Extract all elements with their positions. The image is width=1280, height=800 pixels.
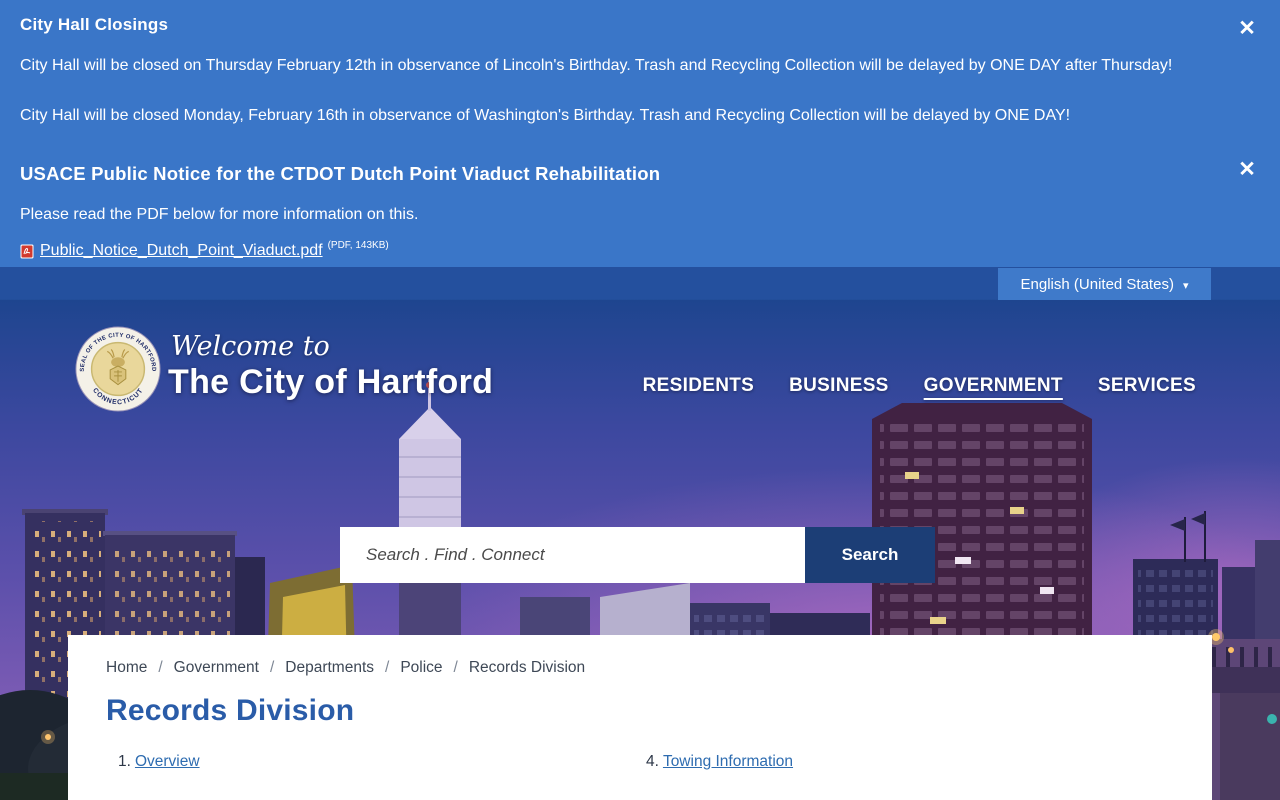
alert-paragraph: Please read the PDF below for more infor… (20, 206, 1220, 224)
content-card: Home / Government / Departments / Police… (68, 635, 1212, 800)
city-seal-logo[interactable]: SEAL OF THE CITY OF HARTFORD CONNECTICUT (74, 325, 162, 413)
search-bar: Search (340, 527, 935, 583)
pdf-link[interactable]: Public_Notice_Dutch_Point_Viaduct.pdf (40, 242, 323, 260)
breadcrumb-police[interactable]: Police (400, 659, 442, 677)
pdf-link-meta: (PDF, 143KB) (328, 240, 389, 251)
site-title: The City of Hartford (168, 363, 493, 402)
alert-paragraph: City Hall will be closed Monday, Februar… (20, 107, 1220, 125)
alert-usace-notice: USACE Public Notice for the CTDOT Dutch … (20, 163, 1220, 260)
alert-paragraph: City Hall will be closed on Thursday Feb… (20, 57, 1220, 75)
toc-list: 1.Overview 4.Towing Information (106, 753, 1174, 771)
alert-title: City Hall Closings (20, 15, 1220, 35)
breadcrumb-government[interactable]: Government (174, 659, 259, 677)
alert-banner: City Hall Closings ✕ City Hall will be c… (0, 0, 1280, 267)
breadcrumb-separator: / (385, 659, 389, 677)
close-icon[interactable]: ✕ (1234, 16, 1260, 42)
breadcrumb-separator: / (454, 659, 458, 677)
nav-government[interactable]: GOVERNMENT (924, 375, 1063, 397)
language-selector-label: English (United States) (1021, 276, 1174, 293)
breadcrumb-departments[interactable]: Departments (285, 659, 374, 677)
breadcrumb-home[interactable]: Home (106, 659, 147, 677)
search-button[interactable]: Search (805, 527, 935, 583)
pdf-icon (20, 244, 34, 259)
nav-business[interactable]: BUSINESS (789, 375, 889, 397)
language-selector[interactable]: English (United States) ▾ (998, 268, 1211, 300)
alert-city-hall-closings: City Hall Closings ✕ City Hall will be c… (20, 15, 1220, 125)
main-navigation: RESIDENTS BUSINESS GOVERNMENT SERVICES (643, 375, 1196, 397)
chevron-down-icon: ▾ (1183, 279, 1189, 292)
toc-link-towing-information[interactable]: Towing Information (663, 753, 793, 770)
nav-residents[interactable]: RESIDENTS (643, 375, 754, 397)
search-input[interactable] (340, 527, 805, 583)
welcome-tagline: Welcome to (171, 331, 330, 362)
page-title: Records Division (106, 694, 1174, 728)
breadcrumb-separator: / (158, 659, 162, 677)
nav-services[interactable]: SERVICES (1098, 375, 1196, 397)
list-item: 1.Overview (118, 753, 646, 771)
hero-section: English (United States) ▾ SEAL OF THE CI… (0, 267, 1280, 800)
toc-number: 4. (646, 753, 659, 770)
breadcrumb-separator: / (270, 659, 274, 677)
close-icon[interactable]: ✕ (1234, 157, 1260, 183)
breadcrumb-current: Records Division (469, 659, 585, 677)
breadcrumb: Home / Government / Departments / Police… (106, 659, 1174, 677)
alert-title: USACE Public Notice for the CTDOT Dutch … (20, 163, 1220, 185)
list-item: 4.Towing Information (646, 753, 1174, 771)
toc-number: 1. (118, 753, 131, 770)
toc-link-overview[interactable]: Overview (135, 753, 200, 770)
